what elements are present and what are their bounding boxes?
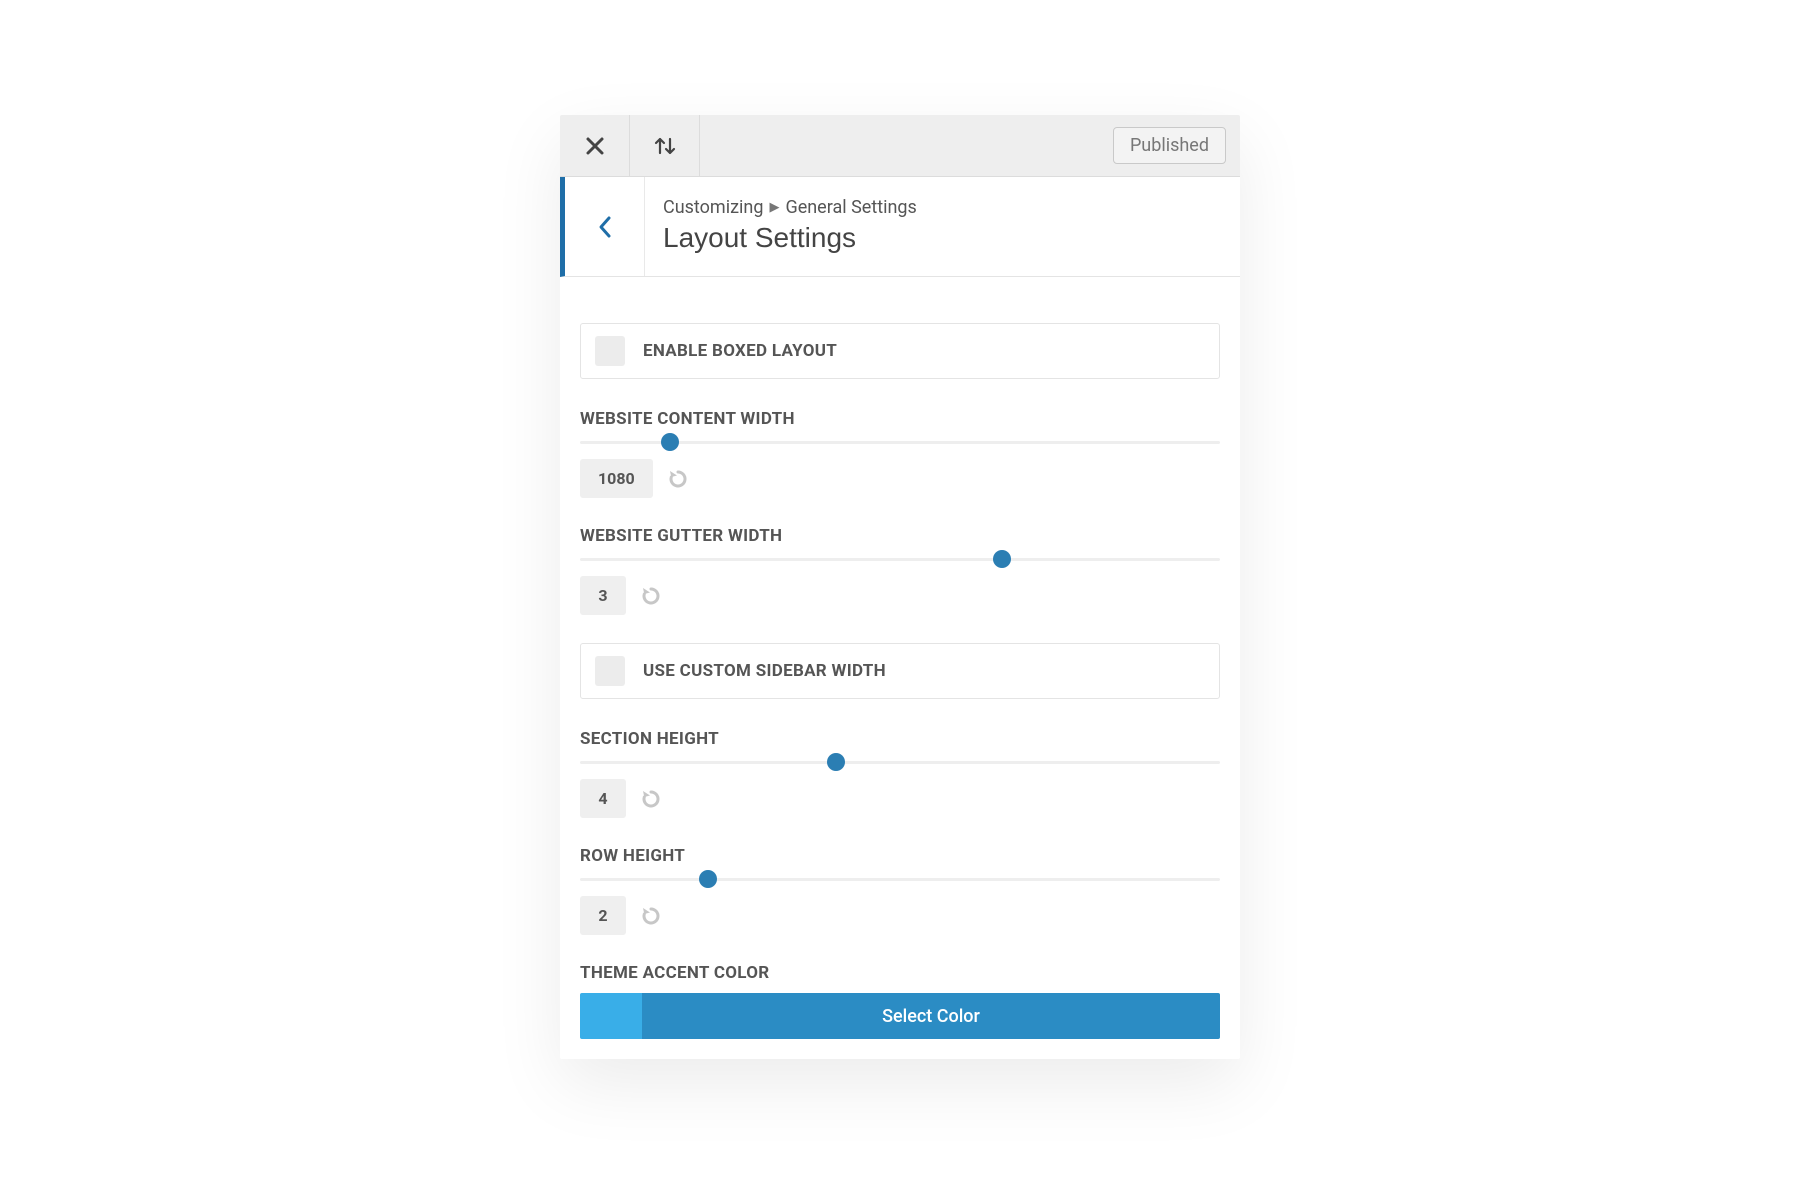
reset-icon[interactable] (640, 905, 662, 927)
section-header: Customizing ▶ General Settings Layout Se… (560, 177, 1240, 277)
breadcrumb-section: General Settings (785, 197, 916, 218)
close-icon (585, 136, 605, 156)
section-height-field: SECTION HEIGHT 4 (580, 729, 1220, 818)
enable-boxed-checkbox[interactable] (595, 336, 625, 366)
back-button[interactable] (565, 177, 645, 276)
content-width-slider[interactable] (580, 439, 1220, 445)
custom-sidebar-checkbox[interactable] (595, 656, 625, 686)
slider-thumb[interactable] (827, 753, 845, 771)
use-custom-sidebar-width-row[interactable]: USE CUSTOM SIDEBAR WIDTH (580, 643, 1220, 699)
content-width-label: WEBSITE CONTENT WIDTH (580, 409, 1220, 429)
chevron-left-icon (597, 215, 613, 239)
reorder-button[interactable] (630, 115, 700, 177)
page-title: Layout Settings (663, 222, 917, 254)
gutter-width-label: WEBSITE GUTTER WIDTH (580, 526, 1220, 546)
section-height-slider[interactable] (580, 759, 1220, 765)
enable-boxed-label: ENABLE BOXED LAYOUT (643, 341, 837, 361)
section-height-value[interactable]: 4 (580, 779, 626, 818)
breadcrumb: Customizing ▶ General Settings (663, 197, 917, 218)
gutter-width-slider[interactable] (580, 556, 1220, 562)
slider-thumb[interactable] (993, 550, 1011, 568)
reset-icon[interactable] (667, 468, 689, 490)
chevron-right-icon: ▶ (769, 200, 779, 215)
close-button[interactable] (560, 115, 630, 177)
slider-thumb[interactable] (699, 870, 717, 888)
section-height-label: SECTION HEIGHT (580, 729, 1220, 749)
website-gutter-width-field: WEBSITE GUTTER WIDTH 3 (580, 526, 1220, 615)
toolbar: Published (560, 115, 1240, 177)
publish-status[interactable]: Published (1113, 127, 1226, 164)
row-height-field: ROW HEIGHT 2 (580, 846, 1220, 935)
customizer-panel: Published Customizing ▶ General Settings… (560, 115, 1240, 1059)
accent-color-label: THEME ACCENT COLOR (580, 963, 1220, 983)
gutter-width-value[interactable]: 3 (580, 576, 626, 615)
select-color-label: Select Color (642, 993, 1220, 1039)
custom-sidebar-label: USE CUSTOM SIDEBAR WIDTH (643, 661, 886, 681)
reset-icon[interactable] (640, 585, 662, 607)
row-height-slider[interactable] (580, 876, 1220, 882)
row-height-value[interactable]: 2 (580, 896, 626, 935)
slider-track (580, 558, 1220, 561)
content-width-value[interactable]: 1080 (580, 459, 653, 498)
breadcrumb-root: Customizing (663, 197, 763, 218)
sort-icon (652, 135, 678, 157)
reset-icon[interactable] (640, 788, 662, 810)
settings-body: ENABLE BOXED LAYOUT WEBSITE CONTENT WIDT… (560, 277, 1240, 1059)
color-swatch (580, 993, 642, 1039)
slider-track (580, 761, 1220, 764)
slider-track (580, 878, 1220, 881)
select-color-button[interactable]: Select Color (580, 993, 1220, 1039)
row-height-label: ROW HEIGHT (580, 846, 1220, 866)
website-content-width-field: WEBSITE CONTENT WIDTH 1080 (580, 409, 1220, 498)
slider-thumb[interactable] (661, 433, 679, 451)
theme-accent-color-field: THEME ACCENT COLOR Select Color (580, 963, 1220, 1039)
enable-boxed-layout-row[interactable]: ENABLE BOXED LAYOUT (580, 323, 1220, 379)
